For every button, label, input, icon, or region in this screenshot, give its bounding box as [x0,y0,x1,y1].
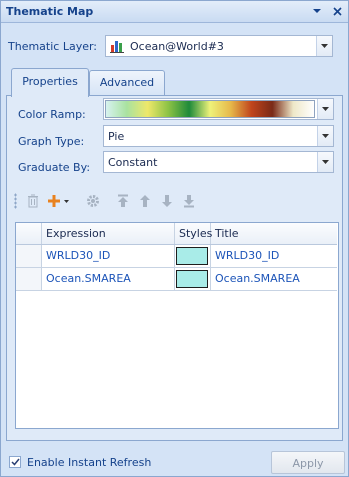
row-selector[interactable] [16,268,42,290]
expression-cell[interactable]: Ocean.SMAREA [42,268,175,290]
color-ramp-label: Color Ramp: [18,108,86,121]
chevron-down-icon[interactable] [316,36,332,56]
chevron-down-icon[interactable] [317,152,333,172]
graph-type-label: Graph Type: [18,135,85,148]
panel-title: Thematic Map [6,5,94,18]
settings-icon[interactable] [84,192,102,210]
table-row[interactable]: WRLD30_ID WRLD30_ID [16,245,337,268]
style-swatch[interactable] [176,247,208,265]
properties-panel: Color Ramp: Graph Type: Pie Graduate By:… [6,95,343,441]
delete-icon[interactable] [24,192,42,210]
graduate-by-value: Constant [108,156,158,169]
chevron-down-icon[interactable] [317,99,333,119]
table-row[interactable]: Ocean.SMAREA Ocean.SMAREA [16,268,337,291]
move-up-icon[interactable] [136,192,154,210]
grid-header-selector [16,223,42,244]
expression-grid: Expression Styles Title WRLD30_ID WRLD30… [15,222,339,429]
color-ramp-preview [105,100,315,118]
graph-type-value: Pie [108,130,125,143]
thematic-map-panel: Thematic Map Thematic Layer: Ocean@World… [0,0,349,477]
graph-type-select[interactable]: Pie [103,125,334,147]
tab-advanced[interactable]: Advanced [89,70,165,96]
color-ramp-select[interactable] [103,98,334,120]
title-cell[interactable]: Ocean.SMAREA [211,268,337,290]
checkmark-icon [10,458,20,466]
move-top-icon[interactable] [114,192,132,210]
graduate-by-label: Graduate By: [18,161,91,174]
graduate-by-select[interactable]: Constant [103,151,334,173]
add-icon[interactable] [46,192,72,210]
grid-header: Expression Styles Title [16,223,337,245]
move-bottom-icon[interactable] [180,192,198,210]
expression-cell[interactable]: WRLD30_ID [42,245,175,267]
column-title[interactable]: Title [211,223,337,244]
instant-refresh-label[interactable]: Enable Instant Refresh [27,456,151,469]
apply-button[interactable]: Apply [271,451,345,474]
chevron-down-icon[interactable] [317,126,333,146]
style-swatch[interactable] [176,270,208,288]
thematic-layer-select[interactable]: Ocean@World#3 [105,35,333,57]
dropdown-arrow-icon[interactable] [310,4,324,18]
items-toolbar [12,190,212,214]
style-cell[interactable] [175,245,211,267]
column-styles[interactable]: Styles [175,223,212,244]
instant-refresh-checkbox[interactable] [9,456,21,468]
thematic-layer-value: Ocean@World#3 [130,40,224,53]
layer-chart-icon [110,39,124,56]
tab-properties[interactable]: Properties [11,68,89,97]
footer-bar: Enable Instant Refresh Apply [1,448,348,476]
column-expression[interactable]: Expression [42,223,175,244]
tab-properties-label: Properties [22,75,78,88]
toolbar-grip [14,193,17,209]
tab-advanced-label: Advanced [99,76,155,89]
move-down-icon[interactable] [158,192,176,210]
thematic-layer-label: Thematic Layer: [8,40,98,53]
style-cell[interactable] [175,268,211,290]
row-selector[interactable] [16,245,42,267]
close-icon[interactable] [330,4,344,18]
title-bar: Thematic Map [1,1,348,23]
title-cell[interactable]: WRLD30_ID [211,245,337,267]
